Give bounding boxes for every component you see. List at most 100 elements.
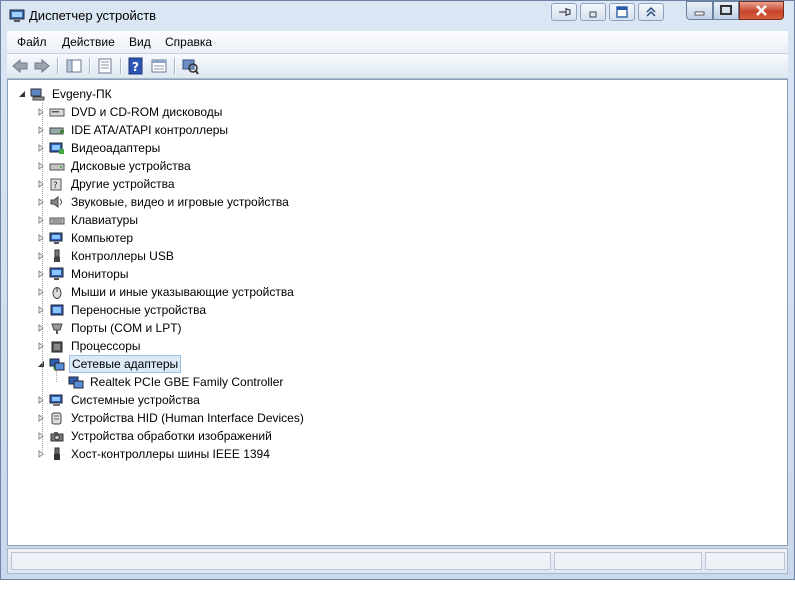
help-icon[interactable]: ?	[127, 57, 145, 75]
toolbar-separator	[89, 58, 91, 74]
tree-category-label: Видеоадаптеры	[71, 141, 161, 155]
network-card-icon	[68, 376, 84, 389]
collapsed-arrow-icon[interactable]	[37, 270, 45, 278]
maximize-icon	[720, 5, 732, 15]
collapsed-arrow-icon[interactable]	[37, 342, 45, 350]
menu-help[interactable]: Справка	[165, 35, 212, 49]
menu-action[interactable]: Действие	[62, 35, 115, 49]
collapsed-arrow-icon[interactable]	[37, 396, 45, 404]
menu-bar: Файл Действие Вид Справка	[7, 31, 788, 54]
collapsed-arrow-icon[interactable]	[37, 450, 45, 458]
menu-file[interactable]: Файл	[17, 35, 47, 49]
maximize-button[interactable]	[713, 1, 739, 20]
properties-icon[interactable]	[96, 57, 114, 75]
tree-category[interactable]: Дисковые устройства	[37, 157, 437, 175]
collapsed-arrow-icon[interactable]	[37, 414, 45, 422]
camera-icon	[50, 432, 64, 442]
tree-category[interactable]: IDE ATA/ATAPI контроллеры	[37, 121, 437, 139]
expanded-arrow-icon[interactable]	[18, 90, 26, 98]
collapsed-arrow-icon[interactable]	[37, 432, 45, 440]
collapsed-arrow-icon[interactable]	[37, 234, 45, 242]
tree-category-label: Мониторы	[71, 267, 129, 281]
window-controls	[686, 1, 784, 21]
tree-category[interactable]: Устройства HID (Human Interface Devices)	[37, 409, 437, 427]
tree-category[interactable]: Устройства обработки изображений	[37, 427, 437, 445]
close-button[interactable]	[739, 1, 784, 20]
device-manager-window: Диспетчер устройств Файл Действие Вид Сп…	[0, 0, 795, 580]
tree-category[interactable]: Порты (COM и LPT)	[37, 319, 437, 337]
tree-category-label: Хост-контроллеры шины IEEE 1394	[71, 447, 270, 461]
collapsed-arrow-icon[interactable]	[37, 216, 45, 224]
pin-icon	[559, 8, 571, 16]
toolbar: ?	[7, 54, 788, 79]
window-button[interactable]	[609, 3, 635, 21]
tree-category-label: Сетевые адаптеры	[69, 355, 182, 373]
tree-category[interactable]: Переносные устройства	[37, 301, 437, 319]
collapsed-arrow-icon[interactable]	[37, 288, 45, 296]
tree-category-label: Системные устройства	[71, 393, 200, 407]
system-device-icon	[49, 394, 63, 406]
tree-category[interactable]: Контроллеры USB	[37, 247, 437, 265]
tree-category[interactable]: Сетевые адаптеры	[37, 355, 437, 373]
collapse-button[interactable]	[638, 3, 664, 21]
collapsed-arrow-icon[interactable]	[37, 306, 45, 314]
menu-view[interactable]: Вид	[129, 35, 151, 49]
dvd-drive-icon	[49, 108, 65, 117]
collapsed-arrow-icon[interactable]	[37, 252, 45, 260]
port-icon	[51, 323, 63, 334]
tree-category[interactable]: Мыши и иные указывающие устройства	[37, 283, 437, 301]
usb-icon	[54, 249, 60, 262]
pin-button[interactable]	[551, 3, 577, 21]
status-bar	[7, 548, 788, 574]
processor-icon	[51, 341, 63, 353]
collapsed-arrow-icon[interactable]	[37, 126, 45, 134]
back-icon[interactable]	[11, 57, 29, 75]
tree-category[interactable]: Процессоры	[37, 337, 437, 355]
status-pane	[554, 552, 702, 570]
view-icon[interactable]	[150, 57, 168, 75]
network-adapter-icon	[49, 358, 65, 371]
keyboard-icon	[49, 217, 65, 225]
collapsed-arrow-icon[interactable]	[37, 324, 45, 332]
collapsed-arrow-icon[interactable]	[37, 108, 45, 116]
display-adapter-icon	[49, 142, 64, 154]
tree-category-label: Дисковые устройства	[71, 159, 191, 173]
restore-button[interactable]	[580, 3, 606, 21]
forward-icon[interactable]	[33, 57, 51, 75]
tree-device[interactable]: Realtek PCIe GBE Family Controller	[56, 371, 456, 391]
toolbar-separator	[174, 58, 176, 74]
tree-category-label: Другие устройства	[71, 177, 175, 191]
tree-category[interactable]: Клавиатуры	[37, 211, 437, 229]
expanded-arrow-icon[interactable]	[37, 360, 45, 368]
hid-icon	[51, 412, 62, 425]
tree-category[interactable]: Звуковые, видео и игровые устройства	[37, 193, 437, 211]
computer-root-icon	[30, 88, 45, 101]
collapsed-arrow-icon[interactable]	[37, 162, 45, 170]
scan-hardware-icon[interactable]	[181, 57, 199, 75]
window-icon	[616, 6, 628, 18]
tree-root[interactable]: Evgeny-ПК	[18, 85, 318, 103]
ieee1394-icon	[54, 447, 60, 460]
tree-connector	[42, 103, 43, 454]
tree-device-label: Realtek PCIe GBE Family Controller	[90, 375, 284, 389]
minimize-button[interactable]	[686, 1, 713, 20]
tree-category[interactable]: Видеоадаптеры	[37, 139, 437, 157]
svg-text:?: ?	[53, 181, 58, 191]
tree-category-label: Контроллеры USB	[71, 249, 174, 263]
tree-category[interactable]: DVD и CD-ROM дисководы	[37, 103, 437, 121]
tree-category[interactable]: Компьютер	[37, 229, 437, 247]
title-bar[interactable]: Диспетчер устройств	[1, 1, 794, 31]
show-hide-tree-icon[interactable]	[65, 57, 83, 75]
collapsed-arrow-icon[interactable]	[37, 198, 45, 206]
device-tree[interactable]: Evgeny-ПК DVD и CD-ROM дисководы IDE ATA/A…	[7, 79, 788, 546]
collapsed-arrow-icon[interactable]	[37, 144, 45, 152]
tree-category-label: Устройства обработки изображений	[71, 429, 272, 443]
tree-category[interactable]: Хост-контроллеры шины IEEE 1394	[37, 445, 437, 463]
tree-category-label: Звуковые, видео и игровые устройства	[71, 195, 289, 209]
minimize-icon	[694, 11, 705, 16]
tree-connector	[56, 371, 57, 382]
tree-category[interactable]: ? Другие устройства	[37, 175, 437, 193]
tree-category[interactable]: Мониторы	[37, 265, 437, 283]
tree-category[interactable]: Системные устройства	[37, 391, 437, 409]
collapsed-arrow-icon[interactable]	[37, 180, 45, 188]
